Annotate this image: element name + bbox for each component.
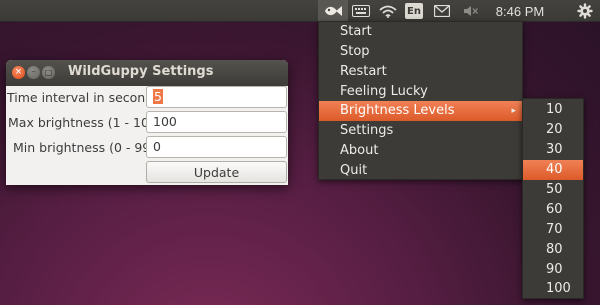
min-brightness-input[interactable]: 0 bbox=[146, 136, 287, 158]
max-brightness-value: 100 bbox=[153, 114, 177, 129]
menu-item-restart[interactable]: Restart bbox=[319, 62, 522, 82]
min-brightness-value: 0 bbox=[153, 139, 161, 154]
wildguppy-indicator[interactable] bbox=[318, 0, 348, 22]
mail-icon bbox=[434, 5, 450, 17]
minimize-icon: – bbox=[31, 67, 36, 77]
keyboard-icon bbox=[352, 5, 370, 17]
min-brightness-label: Min brightness (0 - 99) bbox=[13, 140, 156, 155]
submenu-item-10[interactable]: 10 bbox=[523, 100, 583, 120]
submenu-item-80[interactable]: 80 bbox=[523, 240, 583, 260]
submenu-item-40[interactable]: 40 bbox=[523, 160, 583, 180]
submenu-item-60[interactable]: 60 bbox=[523, 200, 583, 220]
wifi-icon bbox=[379, 5, 397, 18]
update-button[interactable]: Update bbox=[146, 161, 287, 183]
time-interval-value: 5 bbox=[153, 89, 163, 104]
max-brightness-label: Max brightness (1 - 100) bbox=[8, 115, 162, 130]
menu-item-quit[interactable]: Quit bbox=[319, 161, 522, 181]
gear-icon bbox=[577, 3, 593, 19]
submenu-item-50[interactable]: 50 bbox=[523, 180, 583, 200]
messaging-indicator[interactable] bbox=[430, 0, 454, 22]
maximize-button[interactable]: □ bbox=[42, 66, 55, 79]
keyboard-layout-label: En bbox=[405, 3, 423, 19]
submenu-item-30[interactable]: 30 bbox=[523, 140, 583, 160]
fish-icon bbox=[325, 6, 342, 16]
submenu-item-90[interactable]: 90 bbox=[523, 260, 583, 280]
minimize-button[interactable]: – bbox=[27, 66, 40, 79]
menu-item-about[interactable]: About bbox=[319, 141, 522, 161]
time-interval-input[interactable]: 5 bbox=[146, 86, 287, 108]
clock[interactable]: 8:46 PM bbox=[490, 0, 550, 22]
menu-item-brightness-levels-label: Brightness Levels bbox=[340, 103, 455, 118]
max-brightness-input[interactable]: 100 bbox=[146, 111, 287, 133]
keyboard-indicator[interactable] bbox=[348, 0, 374, 22]
time-interval-label: Time interval in seconds bbox=[7, 90, 160, 105]
window-titlebar[interactable]: × – □ WildGuppy Settings bbox=[6, 60, 288, 86]
window-title: WildGuppy Settings bbox=[68, 64, 214, 79]
indicator-menu: Start Stop Restart Feeling Lucky Brightn… bbox=[318, 21, 523, 180]
menu-item-feeling-lucky[interactable]: Feeling Lucky bbox=[319, 82, 522, 102]
menu-item-brightness-levels[interactable]: Brightness Levels ▸ bbox=[319, 101, 522, 121]
submenu-arrow-icon: ▸ bbox=[511, 106, 516, 116]
submenu-item-70[interactable]: 70 bbox=[523, 220, 583, 240]
menu-item-start[interactable]: Start bbox=[319, 22, 522, 42]
brightness-submenu: 10 20 30 40 50 60 70 80 90 100 bbox=[522, 98, 584, 299]
sound-indicator[interactable] bbox=[458, 0, 484, 22]
settings-window: × – □ WildGuppy Settings Time interval i… bbox=[6, 60, 288, 185]
maximize-icon: □ bbox=[44, 67, 53, 77]
menu-item-settings[interactable]: Settings bbox=[319, 121, 522, 141]
submenu-item-20[interactable]: 20 bbox=[523, 120, 583, 140]
network-indicator[interactable] bbox=[376, 0, 400, 22]
menu-item-stop[interactable]: Stop bbox=[319, 42, 522, 62]
volume-muted-icon bbox=[464, 6, 478, 16]
system-menu-indicator[interactable] bbox=[573, 0, 597, 22]
close-button[interactable]: × bbox=[12, 66, 25, 79]
close-icon: × bbox=[14, 67, 23, 77]
top-panel: En 8:46 PM bbox=[0, 0, 600, 22]
submenu-item-100[interactable]: 100 bbox=[523, 279, 583, 299]
keyboard-layout-indicator[interactable]: En bbox=[402, 0, 426, 22]
